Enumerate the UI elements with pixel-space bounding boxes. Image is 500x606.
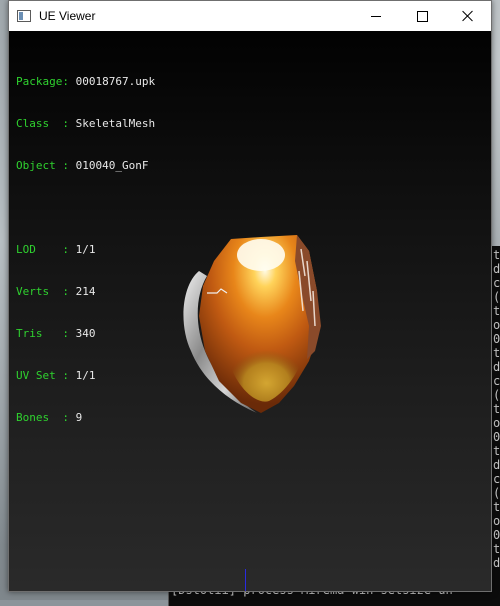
app-window-icon — [17, 10, 31, 22]
tris-label: Tris : — [16, 327, 69, 340]
maximize-icon — [416, 10, 428, 22]
console-row-fragment: ce — [493, 374, 500, 388]
console-row-fragment: ( — [493, 290, 500, 304]
console-row-fragment: ti — [493, 304, 500, 318]
console-row-fragment: ce — [493, 276, 500, 290]
close-icon — [462, 10, 474, 22]
bones-label: Bones : — [16, 411, 69, 424]
console-row-fragment: ( — [493, 388, 500, 402]
console-row-fragment: ti — [493, 402, 500, 416]
skeletal-mesh-render[interactable] — [169, 231, 329, 416]
uvset-row: UV Set : 1/1 — [16, 369, 155, 383]
console-row-fragment: ce — [493, 472, 500, 486]
console-row-fragment: 06 — [493, 332, 500, 346]
class-value: SkeletalMesh — [75, 117, 156, 130]
console-row-fragment: d — [493, 458, 500, 472]
console-row-fragment: ti — [493, 248, 500, 262]
lod-value: 1/1 — [75, 243, 96, 256]
maximize-button[interactable] — [399, 1, 445, 31]
minimize-icon — [371, 15, 381, 17]
console-row-fragment: d — [493, 262, 500, 276]
verts-value: 214 — [75, 285, 96, 298]
console-row-fragment: ti — [493, 542, 500, 556]
title-bar[interactable]: UE Viewer — [9, 1, 491, 31]
class-row: Class : SkeletalMesh — [16, 117, 155, 131]
console-row-fragment: ti — [493, 444, 500, 458]
verts-row: Verts : 214 — [16, 285, 155, 299]
package-value: 00018767.upk — [75, 75, 156, 88]
console-row-fragment: 06 — [493, 430, 500, 444]
console-row-fragment: d — [493, 556, 500, 570]
close-button[interactable] — [445, 1, 491, 31]
console-row-fragment: oo — [493, 514, 500, 528]
object-label: Object : — [16, 159, 69, 172]
axis-indicator — [245, 569, 246, 591]
uvset-value: 1/1 — [75, 369, 96, 382]
window-title: UE Viewer — [39, 9, 96, 23]
ue-viewer-window[interactable]: UE Viewer Package: 00018767.upk Class : … — [8, 0, 492, 592]
tris-value: 340 — [75, 327, 96, 340]
console-row-fragment: ti — [493, 346, 500, 360]
console-row-fragment: oo — [493, 318, 500, 332]
console-row-fragment: ( — [493, 486, 500, 500]
console-row-fragment: d — [493, 360, 500, 374]
console-row-fragment: ti — [493, 500, 500, 514]
lod-label: LOD : — [16, 243, 69, 256]
bones-row: Bones : 9 — [16, 411, 155, 425]
object-row: Object : 010040_GonF — [16, 159, 155, 173]
verts-label: Verts : — [16, 285, 69, 298]
lod-row: LOD : 1/1 — [16, 243, 155, 257]
class-label: Class : — [16, 117, 69, 130]
minimize-button[interactable] — [353, 1, 399, 31]
uvset-label: UV Set : — [16, 369, 69, 382]
console-row-fragment: 06 — [493, 528, 500, 542]
package-row: Package: 00018767.upk — [16, 75, 155, 89]
mesh-info-overlay: Package: 00018767.upk Class : SkeletalMe… — [16, 47, 155, 453]
package-label: Package: — [16, 75, 69, 88]
bones-value: 9 — [75, 411, 83, 424]
console-text-column: tidce(tioo06tidce(tioo06tidce(tioo06tid — [493, 248, 500, 570]
console-row-fragment: oo — [493, 416, 500, 430]
mesh-specular-highlight — [237, 239, 285, 271]
object-value: 010040_GonF — [75, 159, 149, 172]
tris-row: Tris : 340 — [16, 327, 155, 341]
3d-viewport[interactable]: Package: 00018767.upk Class : SkeletalMe… — [9, 31, 491, 591]
